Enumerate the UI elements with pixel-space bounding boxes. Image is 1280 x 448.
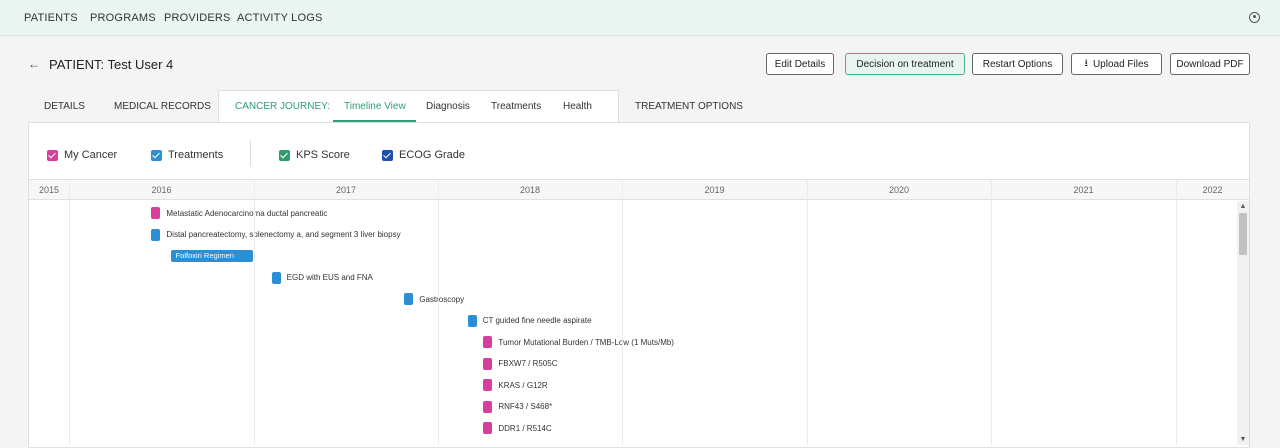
tab-details[interactable]: DETAILS	[44, 101, 85, 112]
event-marker	[483, 357, 493, 370]
nav-providers[interactable]: PROVIDERS	[164, 12, 231, 24]
edit-details-label: Edit Details	[774, 58, 826, 70]
event-label: EGD with EUS and FNA	[286, 273, 373, 282]
event-marker	[151, 228, 161, 241]
arrow-left-icon[interactable]: ←	[28, 57, 40, 71]
event-marker	[483, 379, 493, 391]
timeline-event[interactable]: DDR1 / R514C	[483, 422, 552, 434]
upload-icon: ⭳	[1084, 57, 1088, 69]
download-pdf-button[interactable]: Download PDF	[1170, 53, 1250, 75]
legend-my-cancer-label: My Cancer	[64, 149, 118, 161]
timeline-event[interactable]: EGD with EUS and FNA	[271, 271, 373, 284]
restart-options-button[interactable]: Restart Options	[972, 53, 1063, 75]
event-label: FBXW7 / R505C	[498, 359, 558, 368]
timeline-event[interactable]: CT guided fine needle aspirate	[467, 314, 592, 327]
year-label-2018: 2018	[519, 185, 541, 195]
scroll-thumb[interactable]	[1239, 213, 1247, 255]
decision-label: Decision on treatment	[856, 58, 954, 70]
year-gridline	[622, 179, 623, 445]
year-label-2022: 2022	[1202, 185, 1223, 195]
year-label-2017: 2017	[335, 185, 357, 195]
tab-treatments[interactable]: Treatments	[491, 101, 541, 112]
scroll-down-icon[interactable]: ▼	[1237, 435, 1249, 445]
legend-kps-score[interactable]: KPS Score	[279, 149, 350, 161]
legend-treatments[interactable]: Treatments	[151, 149, 223, 161]
tab-diagnosis[interactable]: Diagnosis	[426, 101, 470, 112]
year-gridline	[438, 179, 439, 445]
timeline-panel: My Cancer Treatments KPS Score ECOG Grad…	[28, 122, 1250, 448]
scroll-up-icon[interactable]: ▲	[1237, 202, 1249, 212]
legend-my-cancer[interactable]: My Cancer	[47, 149, 117, 161]
tab-medical-records[interactable]: MEDICAL RECORDS	[114, 101, 211, 112]
event-marker	[483, 400, 493, 413]
event-marker	[404, 293, 414, 305]
decision-on-treatment-button[interactable]: Decision on treatment	[845, 53, 965, 75]
timeline-bar[interactable]: Folfoxiri Regimen	[170, 250, 254, 262]
legend: My Cancer Treatments KPS Score ECOG Grad…	[29, 123, 1249, 179]
upload-files-button[interactable]: ⭳ Upload Files	[1071, 53, 1162, 75]
legend-treatments-label: Treatments	[168, 149, 224, 161]
year-gridline	[254, 179, 255, 445]
event-marker	[483, 336, 493, 348]
timeline-scrollbar[interactable]: ▲ ▼	[1237, 201, 1249, 445]
nav-programs[interactable]: PROGRAMS	[90, 12, 156, 24]
year-label-2016: 2016	[151, 185, 172, 195]
event-label: Distal pancreatectomy, splenectomy a, an…	[166, 230, 401, 239]
legend-divider	[250, 140, 251, 166]
checkbox-my-cancer[interactable]	[47, 149, 58, 161]
tab-health[interactable]: Health	[563, 101, 592, 112]
download-label: Download PDF	[1176, 58, 1244, 70]
top-nav: PATIENTS PROGRAMS PROVIDERS ACTIVITY LOG…	[0, 0, 1280, 36]
timeline-event[interactable]: Distal pancreatectomy, splenectomy a, an…	[151, 228, 401, 241]
event-marker	[467, 314, 477, 327]
timeline-event[interactable]: Gastroscopy	[404, 293, 464, 305]
event-marker	[151, 207, 161, 219]
timeline-event[interactable]: Metastatic Adenocarcinoma ductal pancrea…	[151, 207, 327, 219]
year-label-2019: 2019	[704, 185, 725, 195]
tab-timeline-view[interactable]: Timeline View	[344, 101, 406, 112]
page-title: PATIENT: Test User 4	[49, 57, 174, 72]
restart-label: Restart Options	[982, 58, 1053, 70]
event-marker	[271, 271, 281, 284]
edit-details-button[interactable]: Edit Details	[766, 53, 834, 75]
year-label-2021: 2021	[1073, 185, 1094, 195]
year-gridline	[1176, 179, 1177, 445]
checkbox-kps-score[interactable]	[279, 149, 290, 161]
nav-patients[interactable]: PATIENTS	[24, 12, 78, 24]
timeline-year-header: 2015 2016 2017 2018 2019 2020 2021 2022	[29, 179, 1249, 200]
event-label: Metastatic Adenocarcinoma ductal pancrea…	[166, 208, 328, 218]
tab-cancer-journey[interactable]: CANCER JOURNEY:	[235, 101, 330, 112]
event-label: Tumor Mutational Burden / TMB-Low (1 Mut…	[498, 337, 674, 347]
year-gridline	[807, 179, 808, 445]
event-label: RNF43 / S468*	[498, 402, 553, 411]
event-label: Gastroscopy	[419, 294, 465, 304]
year-gridline	[69, 179, 70, 445]
tab-treatment-options[interactable]: TREATMENT OPTIONS	[635, 101, 743, 112]
event-label: KRAS / G12R	[498, 380, 548, 390]
year-label-2020: 2020	[888, 185, 910, 195]
event-label: DDR1 / R514C	[498, 423, 552, 433]
event-label: CT guided fine needle aspirate	[482, 316, 592, 325]
legend-kps-label: KPS Score	[296, 149, 350, 161]
year-label-2015: 2015	[38, 185, 60, 195]
upload-label: Upload Files	[1092, 58, 1149, 70]
tabs-row: DETAILS MEDICAL RECORDS CANCER JOURNEY: …	[28, 90, 1250, 123]
event-marker	[483, 422, 493, 434]
timeline-event[interactable]: Tumor Mutational Burden / TMB-Low (1 Mut…	[483, 336, 674, 348]
checkbox-treatments[interactable]	[151, 149, 162, 161]
year-gridline	[991, 179, 992, 445]
user-circle-icon[interactable]	[1249, 12, 1260, 23]
timeline-event[interactable]: RNF43 / S468*	[483, 400, 553, 413]
checkbox-ecog-grade[interactable]	[382, 149, 393, 161]
legend-ecog-label: ECOG Grade	[399, 149, 466, 161]
timeline-event[interactable]: KRAS / G12R	[483, 379, 548, 391]
timeline-event[interactable]: FBXW7 / R505C	[483, 357, 558, 370]
legend-ecog-grade[interactable]: ECOG Grade	[382, 149, 465, 161]
nav-activity-logs[interactable]: ACTIVITY LOGS	[237, 12, 323, 24]
